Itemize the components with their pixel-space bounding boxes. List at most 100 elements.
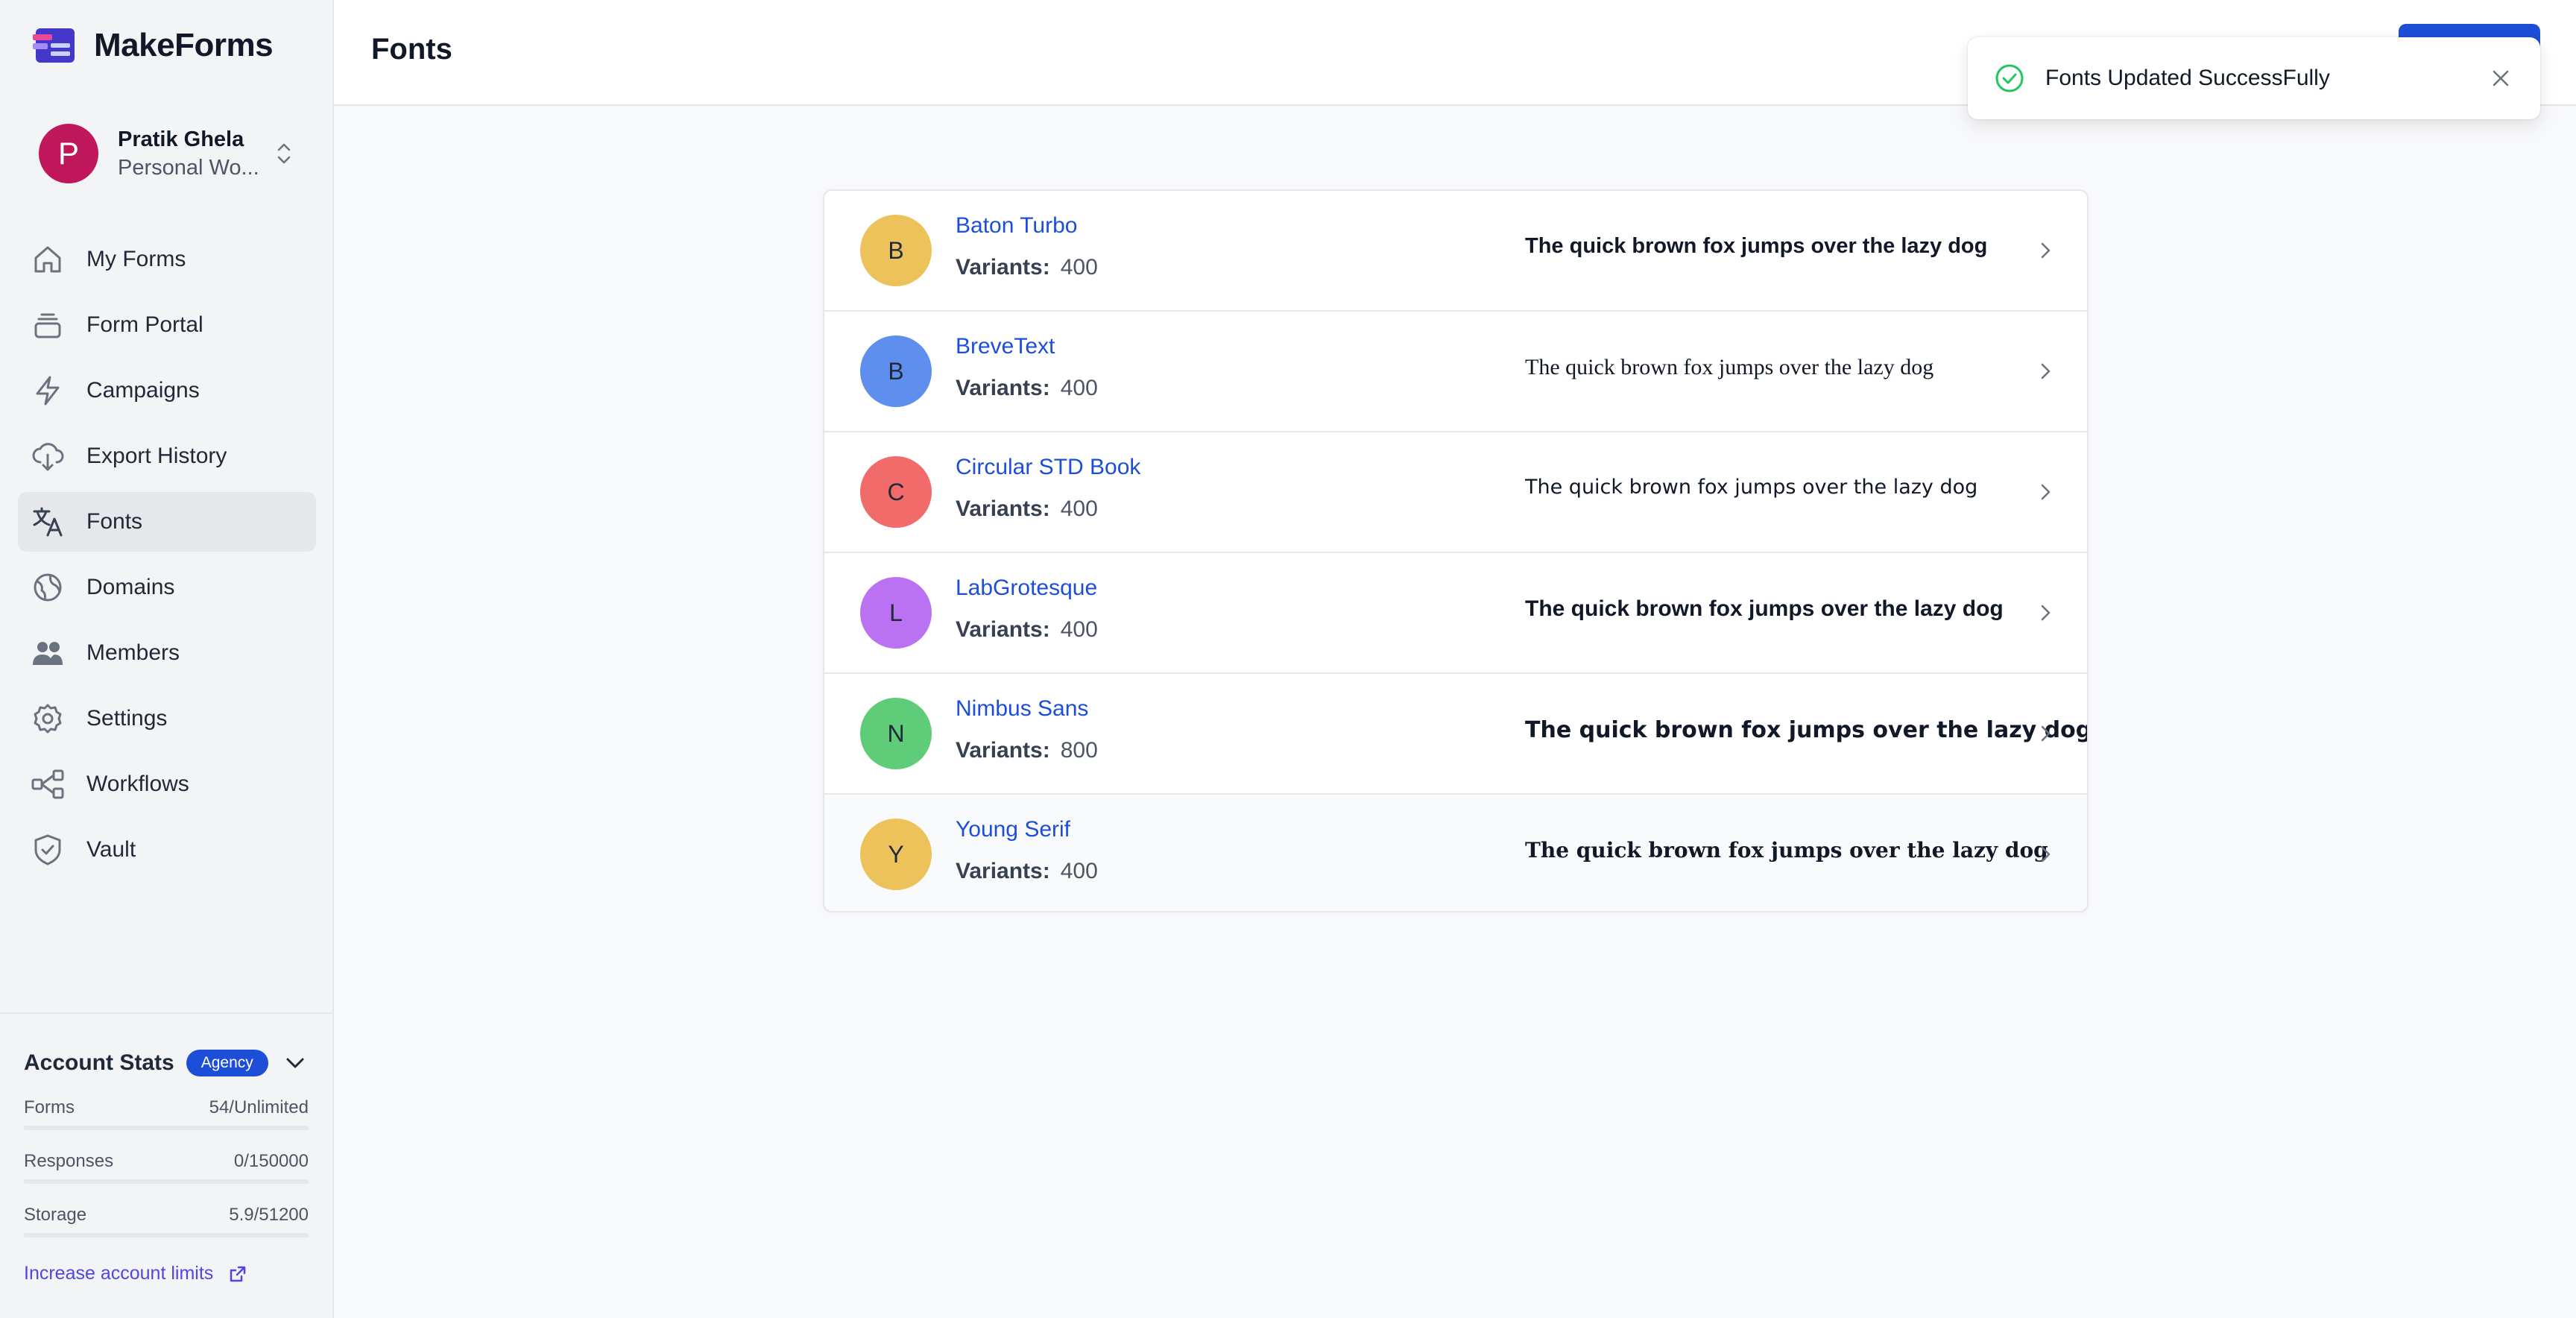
page-title: Fonts: [371, 33, 452, 66]
stat-label: Forms: [24, 1097, 75, 1117]
shield-check-icon: [34, 834, 61, 865]
variants-label: Variants:: [956, 859, 1050, 883]
workflow-icon: [31, 769, 64, 799]
translate-icon: [33, 507, 63, 537]
variants-value: 400: [1060, 255, 1098, 280]
logo[interactable]: MakeForms: [33, 27, 274, 64]
sidebar-item-label: Form Portal: [86, 312, 203, 337]
sidebar-item-fonts[interactable]: Fonts: [18, 492, 316, 552]
workspace-name: Personal Wo...: [118, 156, 259, 180]
external-link-icon: [230, 1266, 246, 1281]
sidebar-item-export-history[interactable]: Export History: [18, 426, 316, 486]
workspace-switcher[interactable]: P Pratik Ghela Personal Wo...: [39, 122, 295, 185]
sidebar-item-workflows[interactable]: Workflows: [18, 754, 316, 814]
sidebar-item-campaigns[interactable]: Campaigns: [18, 361, 316, 420]
stat-value: 5.9/51200: [229, 1205, 309, 1225]
font-row-labgrotesque[interactable]: L LabGrotesque Variants: 400 The quick br…: [824, 553, 2087, 674]
chevron-right-icon: [2041, 605, 2051, 621]
stat-storage: Storage 5.9/51200: [24, 1205, 309, 1237]
cloud-download-icon: [32, 443, 64, 471]
font-sample: The quick brown fox jumps over the lazy …: [1525, 355, 1934, 379]
chevron-up-down-icon: [277, 143, 291, 164]
variants-label: Variants:: [956, 376, 1050, 400]
chevron-down-icon[interactable]: [282, 1050, 309, 1076]
sidebar-item-members[interactable]: Members: [18, 623, 316, 683]
success-toast: Fonts Updated SuccessFully: [1968, 37, 2540, 119]
sidebar-item-label: Domains: [86, 575, 175, 599]
stat-label: Storage: [24, 1205, 87, 1225]
sidebar: MakeForms P Pratik Ghela Personal Wo... …: [0, 0, 334, 1318]
font-sample: The quick brown fox jumps over the lazy …: [1525, 234, 1988, 258]
stack-icon: [34, 313, 61, 338]
account-stats: Account Stats Agency Forms 54/Unlimited R…: [0, 1012, 332, 1318]
variants-label: Variants:: [956, 496, 1050, 521]
font-avatar: C: [860, 456, 932, 528]
lightning-icon: [36, 376, 60, 406]
chevron-right-icon: [2041, 725, 2051, 742]
sidebar-item-settings[interactable]: Settings: [18, 689, 316, 748]
font-row-circular-std-book[interactable]: C Circular STD Book Variants: 400 The qui…: [824, 432, 2087, 553]
font-avatar: B: [860, 335, 932, 407]
font-row-baton-turbo[interactable]: B Baton Turbo Variants: 400 The quick bro…: [824, 191, 2087, 312]
font-row-young-serif[interactable]: Y Young Serif Variants: 400 The quick bro…: [824, 795, 2087, 911]
font-sample: The quick brown fox jumps over the lazy …: [1525, 476, 1978, 499]
home-icon: [34, 246, 61, 273]
font-sample: The quick brown fox jumps over the lazy …: [1525, 596, 2004, 621]
stat-responses: Responses 0/150000: [24, 1151, 309, 1184]
variants-label: Variants:: [956, 255, 1050, 280]
variants-value: 800: [1060, 738, 1098, 763]
font-name[interactable]: Nimbus Sans: [956, 696, 1088, 722]
stat-value: 54/Unlimited: [209, 1097, 309, 1117]
font-name[interactable]: LabGrotesque: [956, 576, 1097, 601]
font-row-nimbus-sans[interactable]: N Nimbus Sans Variants: 800 The quick bro…: [824, 674, 2087, 795]
font-sample: The quick brown fox jumps over the lazy …: [1525, 838, 2048, 863]
stat-value: 0/150000: [233, 1151, 309, 1171]
font-name[interactable]: Baton Turbo: [956, 213, 1077, 239]
account-stats-header[interactable]: Account Stats Agency: [24, 1050, 309, 1076]
font-name[interactable]: BreveText: [956, 334, 1055, 359]
font-variants: Variants: 400: [956, 859, 1098, 884]
sidebar-item-vault[interactable]: Vault: [18, 820, 316, 880]
variants-label: Variants:: [956, 617, 1050, 642]
font-avatar: B: [860, 215, 932, 286]
avatar: P: [39, 124, 98, 183]
makeforms-logo-icon: [33, 28, 75, 63]
font-name[interactable]: Circular STD Book: [956, 455, 1140, 480]
check-circle-icon: [1995, 64, 2024, 92]
chevron-right-icon: [2041, 484, 2051, 500]
chevron-right-icon: [2041, 242, 2051, 259]
increase-limits-link[interactable]: Increase account limits: [24, 1263, 309, 1284]
variants-value: 400: [1060, 859, 1098, 883]
font-row-brevetext[interactable]: B BreveText Variants: 400 The quick brown…: [824, 312, 2087, 432]
sidebar-item-label: Workflows: [86, 772, 189, 796]
sidebar-item-my-forms[interactable]: My Forms: [18, 230, 316, 289]
font-variants: Variants: 400: [956, 617, 1098, 643]
variants-value: 400: [1060, 617, 1098, 642]
font-variants: Variants: 400: [956, 376, 1098, 401]
font-avatar: Y: [860, 819, 932, 890]
sidebar-item-label: Campaigns: [86, 378, 200, 403]
users-icon: [33, 642, 63, 665]
stat-forms: Forms 54/Unlimited: [24, 1097, 309, 1130]
font-variants: Variants: 800: [956, 738, 1098, 763]
font-sample: The quick brown fox jumps over the lazy …: [1525, 717, 2089, 743]
font-avatar: L: [860, 577, 932, 649]
sidebar-item-domains[interactable]: Domains: [18, 558, 316, 617]
close-icon[interactable]: [2488, 66, 2513, 91]
variants-value: 400: [1060, 496, 1098, 521]
globe-icon: [34, 573, 62, 602]
chevron-right-icon: [2041, 846, 2051, 863]
sidebar-item-label: Export History: [86, 444, 227, 468]
sidebar-item-label: Fonts: [86, 509, 143, 534]
increase-limits-label: Increase account limits: [24, 1263, 214, 1284]
sidebar-item-label: My Forms: [86, 247, 186, 271]
gear-icon: [34, 704, 62, 734]
font-variants: Variants: 400: [956, 496, 1098, 522]
sidebar-item-form-portal[interactable]: Form Portal: [18, 295, 316, 355]
user-name: Pratik Ghela: [118, 127, 244, 151]
app-name: MakeForms: [94, 27, 274, 63]
stat-progress-bar: [24, 1179, 309, 1184]
font-name[interactable]: Young Serif: [956, 817, 1070, 842]
stat-progress-bar: [24, 1126, 309, 1130]
fonts-list: B Baton Turbo Variants: 400 The quick bro…: [823, 189, 2089, 912]
